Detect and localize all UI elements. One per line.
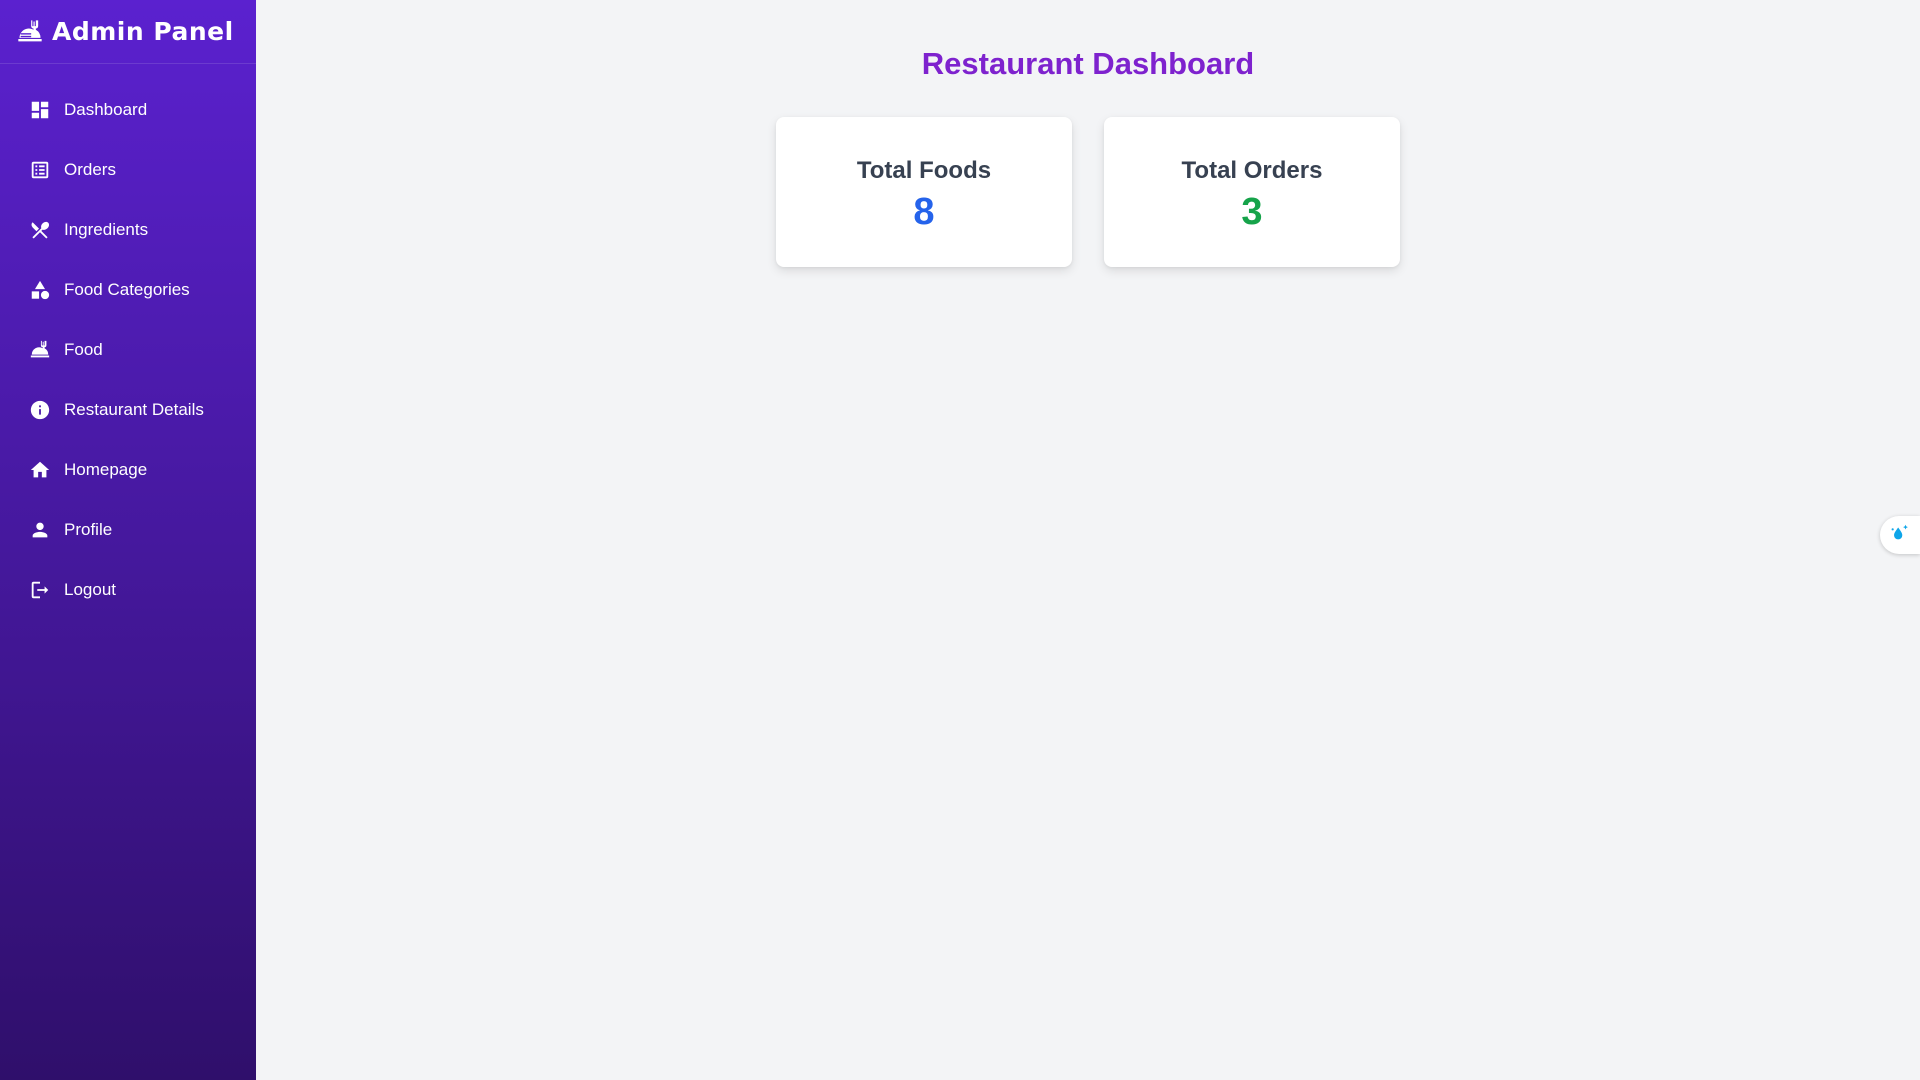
- app-title: Admin Panel: [52, 17, 234, 46]
- sidebar-item-food-categories[interactable]: Food Categories: [0, 260, 256, 320]
- sidebar: Admin Panel Dashboard Orders Ingredients: [0, 0, 256, 1080]
- card-value: 8: [913, 190, 935, 233]
- sidebar-item-label: Food Categories: [64, 280, 190, 299]
- total-orders-card: Total Orders 3: [1104, 117, 1400, 267]
- list-icon: [29, 159, 51, 181]
- sidebar-item-label: Food: [64, 340, 103, 359]
- floating-assistant-button[interactable]: [1880, 516, 1920, 554]
- shapes-icon: [29, 279, 51, 301]
- sidebar-item-label: Dashboard: [64, 100, 148, 119]
- sidebar-nav: Dashboard Orders Ingredients Food Catego…: [0, 64, 256, 620]
- card-label: Total Orders: [1181, 156, 1323, 184]
- sidebar-item-dashboard[interactable]: Dashboard: [0, 80, 256, 140]
- sidebar-item-label: Restaurant Details: [64, 400, 204, 419]
- sidebar-item-label: Orders: [64, 160, 116, 179]
- sidebar-item-label: Ingredients: [64, 220, 149, 239]
- sidebar-item-label: Logout: [64, 580, 116, 599]
- main-content: Restaurant Dashboard Total Foods 8 Total…: [256, 0, 1920, 1080]
- sidebar-item-orders[interactable]: Orders: [0, 140, 256, 200]
- utensils-crossed-icon: [29, 219, 51, 241]
- food-cloche-icon: [29, 339, 51, 361]
- logout-icon: [29, 579, 51, 601]
- sidebar-item-food[interactable]: Food: [0, 320, 256, 380]
- stats-cards: Total Foods 8 Total Orders 3: [776, 117, 1400, 267]
- app: Admin Panel Dashboard Orders Ingredients: [0, 0, 1920, 1080]
- home-icon: [29, 459, 51, 481]
- sidebar-item-logout[interactable]: Logout: [0, 560, 256, 620]
- sidebar-item-label: Profile: [64, 520, 113, 539]
- sidebar-item-restaurant-details[interactable]: Restaurant Details: [0, 380, 256, 440]
- sidebar-item-profile[interactable]: Profile: [0, 500, 256, 560]
- info-icon: [29, 399, 51, 421]
- droplet-sparkle-icon: [1889, 522, 1911, 549]
- food-cloche-icon: [16, 18, 44, 46]
- sidebar-item-ingredients[interactable]: Ingredients: [0, 200, 256, 260]
- sidebar-item-homepage[interactable]: Homepage: [0, 440, 256, 500]
- card-value: 3: [1241, 190, 1263, 233]
- total-foods-card: Total Foods 8: [776, 117, 1072, 267]
- page-title: Restaurant Dashboard: [921, 46, 1255, 81]
- card-label: Total Foods: [856, 156, 992, 184]
- brand: Admin Panel: [0, 0, 256, 64]
- user-icon: [29, 519, 51, 541]
- dashboard-icon: [29, 99, 51, 121]
- sidebar-item-label: Homepage: [64, 460, 148, 479]
